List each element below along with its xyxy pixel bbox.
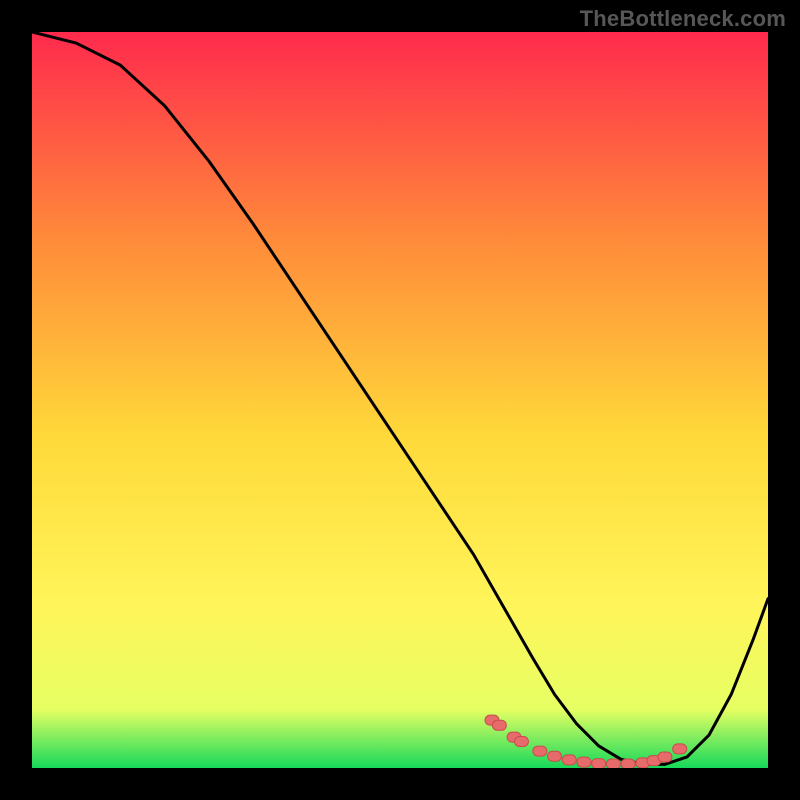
marker-point — [606, 759, 620, 768]
marker-point — [592, 759, 606, 768]
marker-point — [492, 720, 506, 730]
marker-point — [548, 751, 562, 761]
marker-point — [577, 757, 591, 767]
marker-point — [658, 752, 672, 762]
marker-point — [533, 746, 547, 756]
marker-point — [673, 744, 687, 754]
marker-point — [562, 755, 576, 765]
chart-svg — [32, 32, 768, 768]
watermark-text: TheBottleneck.com — [580, 6, 786, 32]
marker-point — [621, 759, 635, 768]
gradient-background — [32, 32, 768, 768]
plot-area — [32, 32, 768, 768]
chart-frame: TheBottleneck.com — [0, 0, 800, 800]
marker-point — [514, 737, 528, 747]
